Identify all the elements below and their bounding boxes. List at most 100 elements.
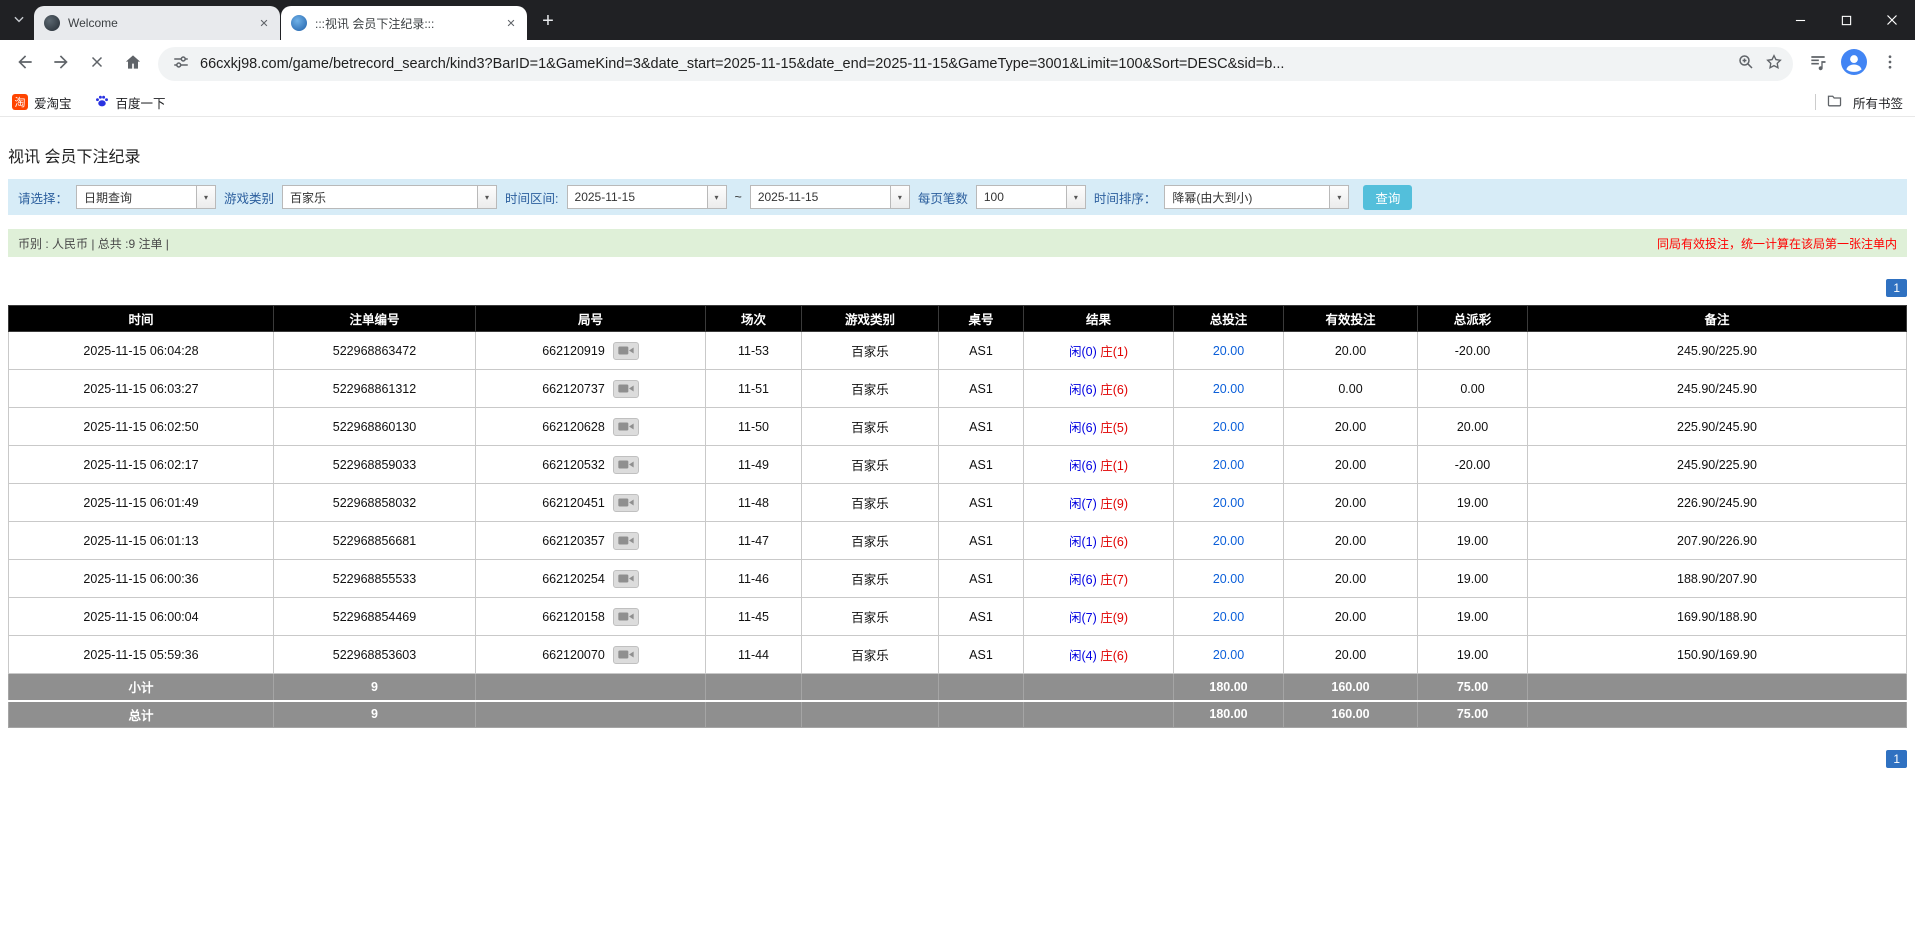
- date-end-value: 2025-11-15: [751, 186, 890, 208]
- chevron-down-icon[interactable]: ▾: [196, 186, 215, 208]
- total-bet-link[interactable]: 20.00: [1213, 420, 1244, 434]
- cell-valid-bet: 20.00: [1284, 560, 1418, 598]
- total-payout: 75.00: [1418, 701, 1528, 728]
- game-type-select[interactable]: 百家乐 ▾: [282, 185, 497, 209]
- all-bookmarks-button[interactable]: 所有书签: [1815, 92, 1903, 112]
- cell-time: 2025-11-15 06:00:36: [9, 560, 274, 598]
- cell-payout: 19.00: [1418, 598, 1528, 636]
- tab-close-icon[interactable]: [503, 15, 519, 31]
- bookmark-star-icon[interactable]: [1765, 53, 1783, 76]
- maximize-button[interactable]: [1823, 0, 1869, 40]
- total-bet-link[interactable]: 20.00: [1213, 458, 1244, 472]
- tab-search-button[interactable]: [6, 7, 32, 35]
- home-button[interactable]: [116, 47, 150, 81]
- cell-total-bet: 20.00: [1174, 484, 1284, 522]
- bookmark-taobao[interactable]: 淘 爱淘宝: [12, 93, 72, 112]
- chevron-down-icon[interactable]: ▾: [477, 186, 496, 208]
- cell-bet-id: 522968858032: [274, 484, 476, 522]
- video-replay-icon[interactable]: [613, 456, 639, 474]
- bet-row: 2025-11-15 06:04:28522968863472662120919…: [9, 332, 1907, 370]
- tab-betrecord[interactable]: :::视讯 会员下注纪录:::: [281, 6, 527, 40]
- sort-value: 降幂(由大到小): [1165, 186, 1329, 208]
- chevron-down-icon[interactable]: ▾: [707, 186, 726, 208]
- cell-session: 11-51: [706, 370, 802, 408]
- sort-select[interactable]: 降幂(由大到小) ▾: [1164, 185, 1349, 209]
- col-header-result: 结果: [1024, 306, 1174, 332]
- page-number-button[interactable]: 1: [1886, 279, 1907, 297]
- subtotal-empty: [802, 674, 939, 701]
- menu-button[interactable]: [1873, 47, 1907, 81]
- result-banker: 庄(1): [1100, 459, 1128, 473]
- chevron-down-icon[interactable]: ▾: [1329, 186, 1348, 208]
- cell-bet-id: 522968863472: [274, 332, 476, 370]
- cell-note: 225.90/245.90: [1528, 408, 1907, 446]
- bookmark-label: 爱淘宝: [34, 93, 72, 112]
- tab-welcome[interactable]: Welcome: [34, 6, 280, 40]
- video-replay-icon[interactable]: [613, 494, 639, 512]
- zoom-icon[interactable]: [1737, 53, 1755, 76]
- site-info-icon[interactable]: [172, 53, 190, 76]
- total-valid-bet: 160.00: [1284, 701, 1418, 728]
- video-replay-icon[interactable]: [613, 570, 639, 588]
- cell-payout: -20.00: [1418, 332, 1528, 370]
- cell-payout: 19.00: [1418, 560, 1528, 598]
- new-tab-button[interactable]: +: [534, 8, 562, 36]
- video-replay-icon[interactable]: [613, 608, 639, 626]
- bookmark-baidu[interactable]: 百度一下: [94, 93, 166, 112]
- video-replay-icon[interactable]: [613, 646, 639, 664]
- query-mode-select[interactable]: 日期查询 ▾: [76, 185, 216, 209]
- media-controls-button[interactable]: [1801, 47, 1835, 81]
- forward-button[interactable]: [44, 47, 78, 81]
- cell-payout: 20.00: [1418, 408, 1528, 446]
- tab-close-icon[interactable]: [256, 15, 272, 31]
- chevron-down-icon[interactable]: ▾: [890, 186, 909, 208]
- cell-result: 闲(0) 庄(1): [1024, 332, 1174, 370]
- total-bet-link[interactable]: 20.00: [1213, 648, 1244, 662]
- cell-total-bet: 20.00: [1174, 446, 1284, 484]
- minimize-button[interactable]: [1777, 0, 1823, 40]
- cell-round: 662120628: [476, 408, 706, 446]
- cell-result: 闲(6) 庄(7): [1024, 560, 1174, 598]
- cell-total-bet: 20.00: [1174, 408, 1284, 446]
- url-text[interactable]: 66cxkj98.com/game/betrecord_search/kind3…: [200, 56, 1727, 72]
- cell-session: 11-49: [706, 446, 802, 484]
- cell-round: 662120158: [476, 598, 706, 636]
- date-start-select[interactable]: 2025-11-15 ▾: [567, 185, 727, 209]
- window-controls: [1777, 0, 1915, 40]
- cell-time: 2025-11-15 06:04:28: [9, 332, 274, 370]
- video-replay-icon[interactable]: [613, 418, 639, 436]
- page-size-select[interactable]: 100 ▾: [976, 185, 1086, 209]
- chevron-down-icon[interactable]: ▾: [1066, 186, 1085, 208]
- total-bet-link[interactable]: 20.00: [1213, 344, 1244, 358]
- col-header-table-no: 桌号: [939, 306, 1024, 332]
- result-banker: 庄(9): [1100, 611, 1128, 625]
- table-header-row: 时间 注单编号 局号 场次 游戏类别 桌号 结果 总投注 有效投注 总派彩 备注: [9, 306, 1907, 332]
- video-replay-icon[interactable]: [613, 532, 639, 550]
- profile-button[interactable]: [1837, 47, 1871, 81]
- total-bet-link[interactable]: 20.00: [1213, 382, 1244, 396]
- cell-bet-id: 522968861312: [274, 370, 476, 408]
- date-end-select[interactable]: 2025-11-15 ▾: [750, 185, 910, 209]
- total-bet-link[interactable]: 20.00: [1213, 610, 1244, 624]
- video-replay-icon[interactable]: [613, 380, 639, 398]
- page-number-button[interactable]: 1: [1886, 750, 1907, 768]
- cell-bet-id: 522968853603: [274, 636, 476, 674]
- total-bet-link[interactable]: 20.00: [1213, 496, 1244, 510]
- bet-row: 2025-11-15 06:00:04522968854469662120158…: [9, 598, 1907, 636]
- avatar: [1841, 49, 1867, 80]
- cell-table-no: AS1: [939, 636, 1024, 674]
- cell-bet-id: 522968854469: [274, 598, 476, 636]
- total-bet-link[interactable]: 20.00: [1213, 572, 1244, 586]
- total-empty: [939, 701, 1024, 728]
- round-number: 662120532: [542, 458, 605, 472]
- search-button[interactable]: 查询: [1363, 185, 1412, 210]
- video-replay-icon[interactable]: [613, 342, 639, 360]
- round-number: 662120254: [542, 572, 605, 586]
- cell-bet-id: 522968855533: [274, 560, 476, 598]
- stop-loading-button[interactable]: [80, 47, 114, 81]
- cell-total-bet: 20.00: [1174, 370, 1284, 408]
- close-button[interactable]: [1869, 0, 1915, 40]
- back-button[interactable]: [8, 47, 42, 81]
- total-bet-link[interactable]: 20.00: [1213, 534, 1244, 548]
- address-bar[interactable]: 66cxkj98.com/game/betrecord_search/kind3…: [158, 47, 1793, 81]
